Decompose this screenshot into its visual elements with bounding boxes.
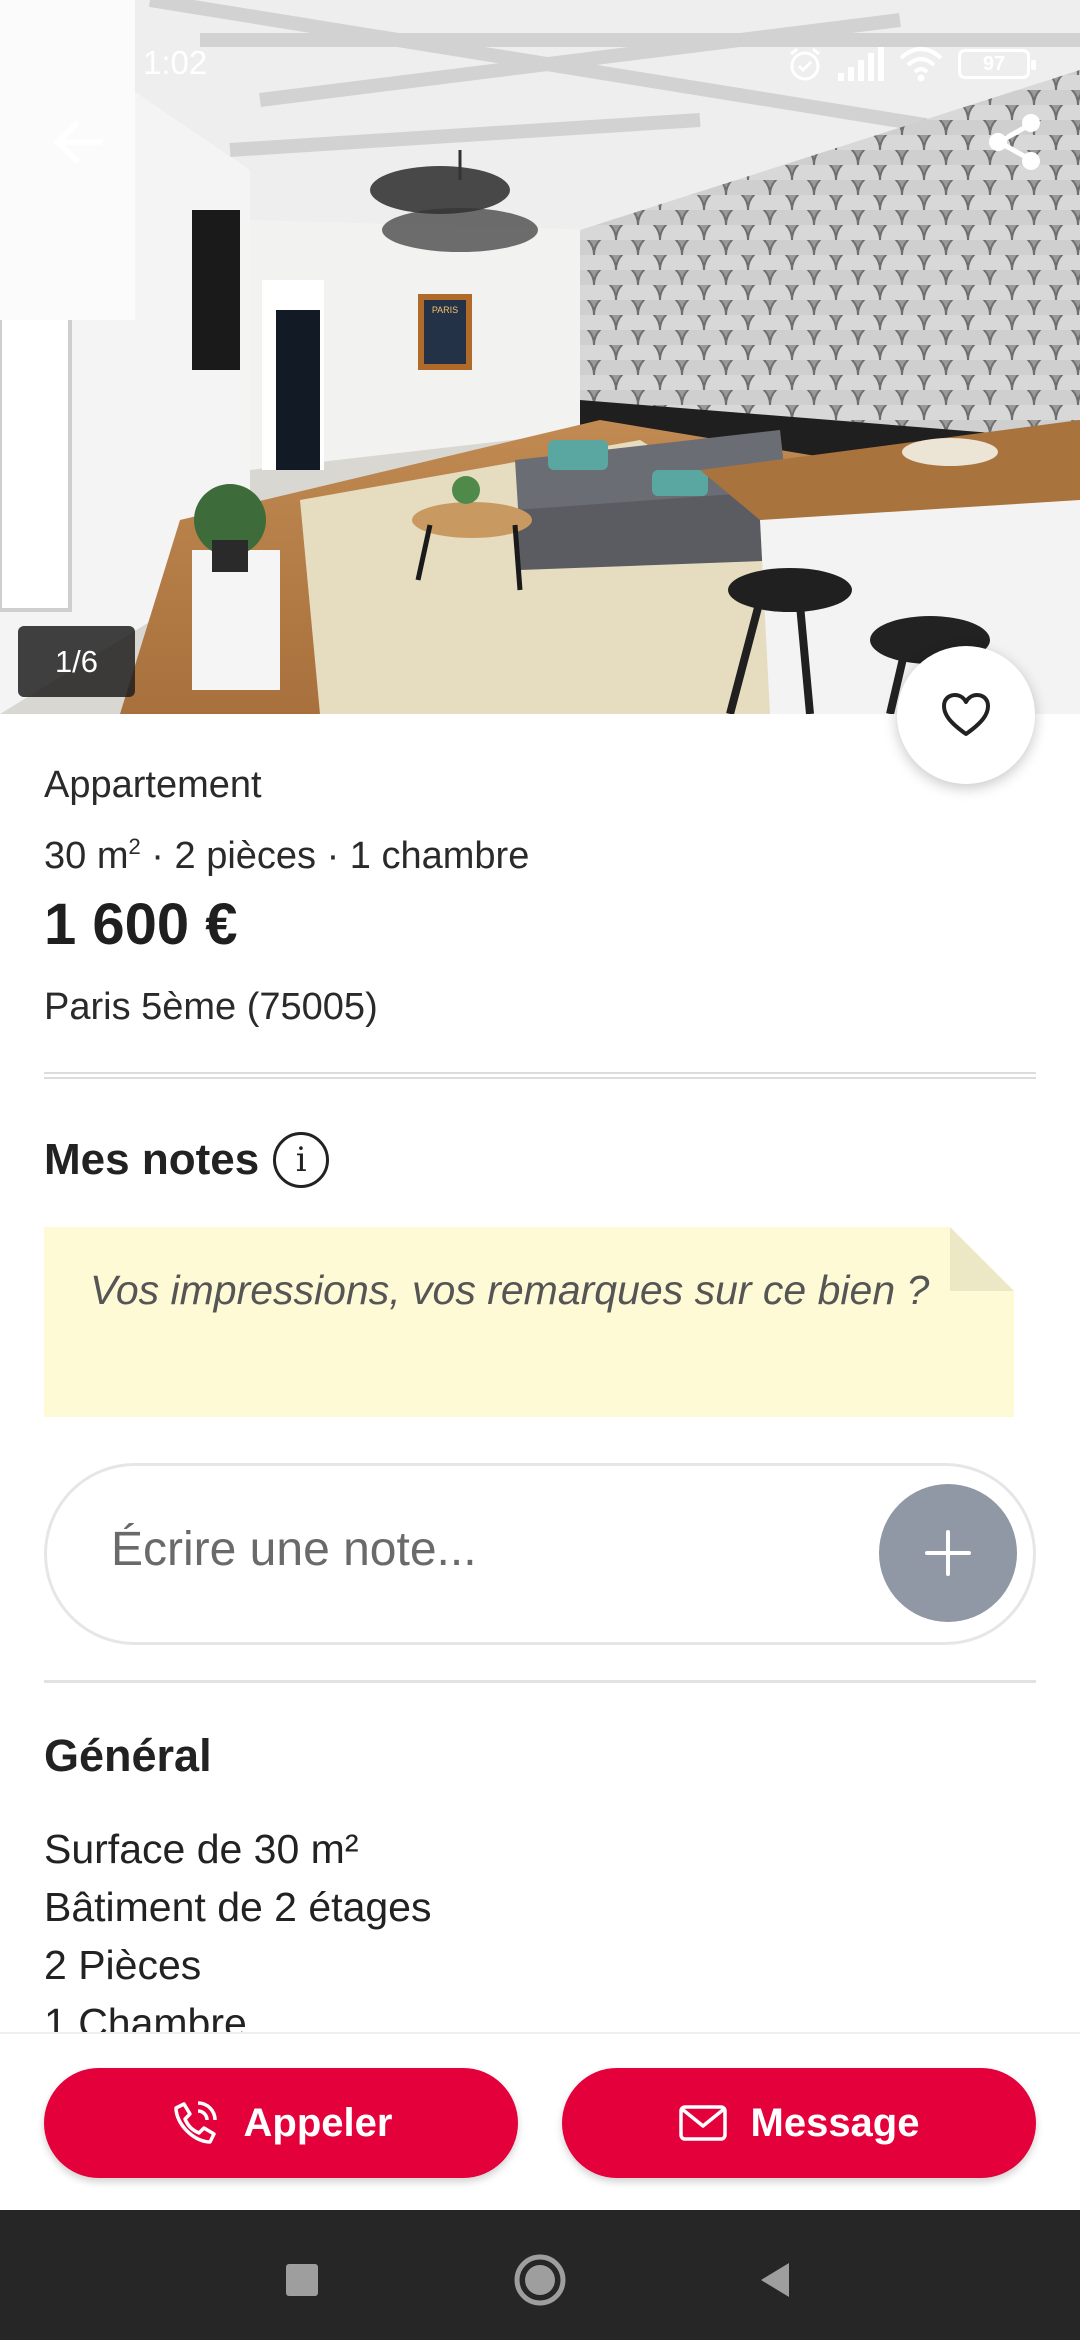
battery-level: 97	[982, 53, 1006, 75]
add-note-button[interactable]	[879, 1484, 1017, 1622]
call-button[interactable]: Appeler	[44, 2068, 518, 2178]
location: Paris 5ème (75005)	[44, 986, 378, 1028]
list-item: Bâtiment de 2 étages	[44, 1884, 432, 1930]
area-exponent: 2	[128, 834, 141, 859]
property-type: Appartement	[44, 764, 262, 806]
listing-summary: Appartement 30 m2 · 2 pièces · 1 chambre…	[44, 760, 1034, 1032]
rooms-bedrooms: · 2 pièces · 1 chambre	[140, 835, 530, 877]
back-button[interactable]	[38, 102, 118, 182]
system-navigation-bar	[0, 2210, 1080, 2340]
contact-action-bar: Appeler Message	[0, 2032, 1080, 2210]
share-button[interactable]	[975, 102, 1055, 182]
recents-button[interactable]	[262, 2240, 342, 2320]
status-bar: 1:02 97	[0, 0, 1080, 120]
triangle-back-icon	[761, 2263, 789, 2297]
poster-text: PARIS	[432, 305, 458, 315]
status-icons: 97	[786, 44, 1036, 84]
wifi-icon	[899, 47, 943, 82]
envelope-icon	[678, 2105, 727, 2141]
property-specs: 30 m2 · 2 pièces · 1 chambre	[44, 822, 1034, 877]
sticky-note-text: Vos impressions, vos remarques sur ce bi…	[90, 1267, 930, 1313]
folded-corner	[950, 1227, 1014, 1291]
share-icon	[989, 114, 1040, 170]
section-divider	[44, 1680, 1036, 1683]
section-divider	[44, 1072, 1036, 1079]
list-item: 2 Pièces	[44, 1942, 202, 1988]
notes-heading: Mes notes i	[44, 1128, 330, 1192]
heart-outline-icon	[942, 693, 990, 736]
note-input[interactable]: Écrire une note...	[44, 1463, 1036, 1645]
info-icon[interactable]: i	[273, 1132, 330, 1188]
message-button[interactable]: Message	[562, 2068, 1036, 2178]
system-back-button[interactable]	[735, 2240, 815, 2320]
phone-icon	[173, 2101, 217, 2144]
call-button-label: Appeler	[243, 2100, 393, 2145]
status-time: 1:02	[143, 44, 208, 81]
square-recents-icon	[286, 2264, 318, 2296]
general-title: Général	[44, 1730, 212, 1781]
alarm-icon	[790, 47, 820, 81]
circle-home-icon	[514, 2254, 566, 2306]
sticky-note-prompt: Vos impressions, vos remarques sur ce bi…	[44, 1227, 1014, 1417]
arrow-left-icon	[54, 121, 103, 163]
signal-icon	[838, 47, 884, 81]
message-button-label: Message	[750, 2100, 920, 2145]
note-input-placeholder: Écrire une note...	[111, 1523, 477, 1576]
photo-counter: 1/6	[18, 626, 135, 697]
notes-title: Mes notes	[44, 1135, 260, 1184]
general-features-list: Surface de 30 m² Bâtiment de 2 étages 2 …	[44, 1820, 431, 2052]
listing-photo[interactable]: PARIS 1:02 97 1/6	[0, 0, 1080, 714]
plus-icon	[925, 1530, 971, 1576]
home-button[interactable]	[500, 2240, 580, 2320]
price: 1 600 €	[44, 892, 238, 957]
list-item: Surface de 30 m²	[44, 1826, 359, 1872]
battery-icon: 97	[958, 49, 1036, 79]
area: 30 m	[44, 835, 129, 877]
